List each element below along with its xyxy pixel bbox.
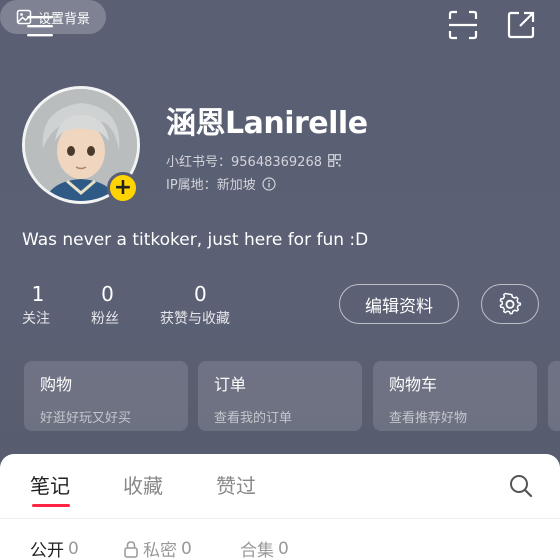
menu-icon [27, 16, 53, 37]
active-tab-indicator [32, 504, 70, 507]
stat-likes[interactable]: 0 获赞与收藏 [160, 282, 230, 328]
stat-followers[interactable]: 0 粉丝 [91, 282, 119, 328]
ip-location-value: 新加坡 [216, 178, 256, 193]
gear-icon [499, 292, 522, 315]
card-partial[interactable] [548, 361, 560, 431]
qrcode-icon[interactable] [328, 154, 341, 167]
edit-profile-button[interactable]: 编辑资料 [339, 284, 459, 324]
info-icon[interactable] [262, 176, 276, 191]
subtab-private-label: 私密 [143, 541, 177, 560]
subtab-albums-count: 0 [278, 538, 289, 559]
lock-icon [124, 540, 138, 558]
subtab-public-count: 0 [68, 538, 79, 559]
tab-collections[interactable]: 收藏 [123, 470, 163, 499]
subtab-public[interactable]: 公开 0 [30, 536, 79, 560]
subtab-private[interactable]: 私密 0 [123, 536, 192, 560]
card-cart[interactable]: 购物车 查看推荐好物 [373, 361, 537, 431]
card-cart-title: 购物车 [389, 375, 438, 394]
user-id-value: 95648369268 [231, 155, 322, 170]
share-button[interactable] [504, 8, 538, 42]
card-orders-title: 订单 [214, 375, 247, 394]
subtab-albums[interactable]: 合集 0 [240, 536, 289, 560]
user-id-row: 小红书号：95648369268 [166, 151, 341, 170]
tab-liked[interactable]: 赞过 [216, 470, 256, 499]
stat-following[interactable]: 1 关注 [22, 282, 50, 328]
stat-likes-value: 0 [194, 282, 207, 306]
nickname: 涵恩Lanirelle [166, 106, 368, 141]
card-shopping-title: 购物 [40, 375, 73, 394]
profile-page: 设置背景 + 涵恩Lanirelle 小红书号：95648369268 IP属地… [0, 0, 560, 560]
card-orders[interactable]: 订单 查看我的订单 [198, 361, 362, 431]
search-button[interactable] [508, 473, 536, 501]
card-orders-subtitle: 查看我的订单 [214, 411, 293, 426]
tab-notes[interactable]: 笔记 [30, 470, 70, 499]
content-sheet: 笔记 收藏 赞过 公开 0 私密 0 合集 0 [0, 454, 560, 560]
subtab-private-count: 0 [181, 538, 192, 559]
subtab-albums-label: 合集 [240, 541, 274, 560]
stat-followers-value: 0 [101, 282, 114, 306]
user-id-label: 小红书号： [166, 155, 232, 170]
stat-following-label: 关注 [22, 311, 50, 327]
ip-location-row: IP属地：新加坡 [166, 174, 276, 193]
card-shopping-subtitle: 好逛好玩又好买 [40, 411, 132, 426]
menu-button[interactable] [24, 10, 56, 42]
add-avatar-button[interactable]: + [107, 172, 139, 204]
ip-location-label: IP属地： [166, 178, 217, 193]
bio: Was never a titkoker, just here for fun … [22, 230, 369, 250]
stat-following-value: 1 [31, 282, 45, 306]
user-id: 小红书号：95648369268 [166, 151, 322, 170]
search-icon [510, 475, 533, 498]
stat-likes-label: 获赞与收藏 [160, 311, 230, 327]
scan-icon [448, 10, 478, 40]
ip-location: IP属地：新加坡 [166, 174, 256, 193]
subtab-public-label: 公开 [30, 541, 64, 560]
share-icon [507, 11, 535, 39]
scan-button[interactable] [446, 8, 480, 42]
tab-divider [0, 518, 560, 519]
stat-followers-label: 粉丝 [91, 311, 119, 327]
card-cart-subtitle: 查看推荐好物 [389, 411, 468, 426]
plus-icon: + [113, 175, 133, 200]
card-shopping[interactable]: 购物 好逛好玩又好买 [24, 361, 188, 431]
settings-button[interactable] [481, 284, 539, 324]
